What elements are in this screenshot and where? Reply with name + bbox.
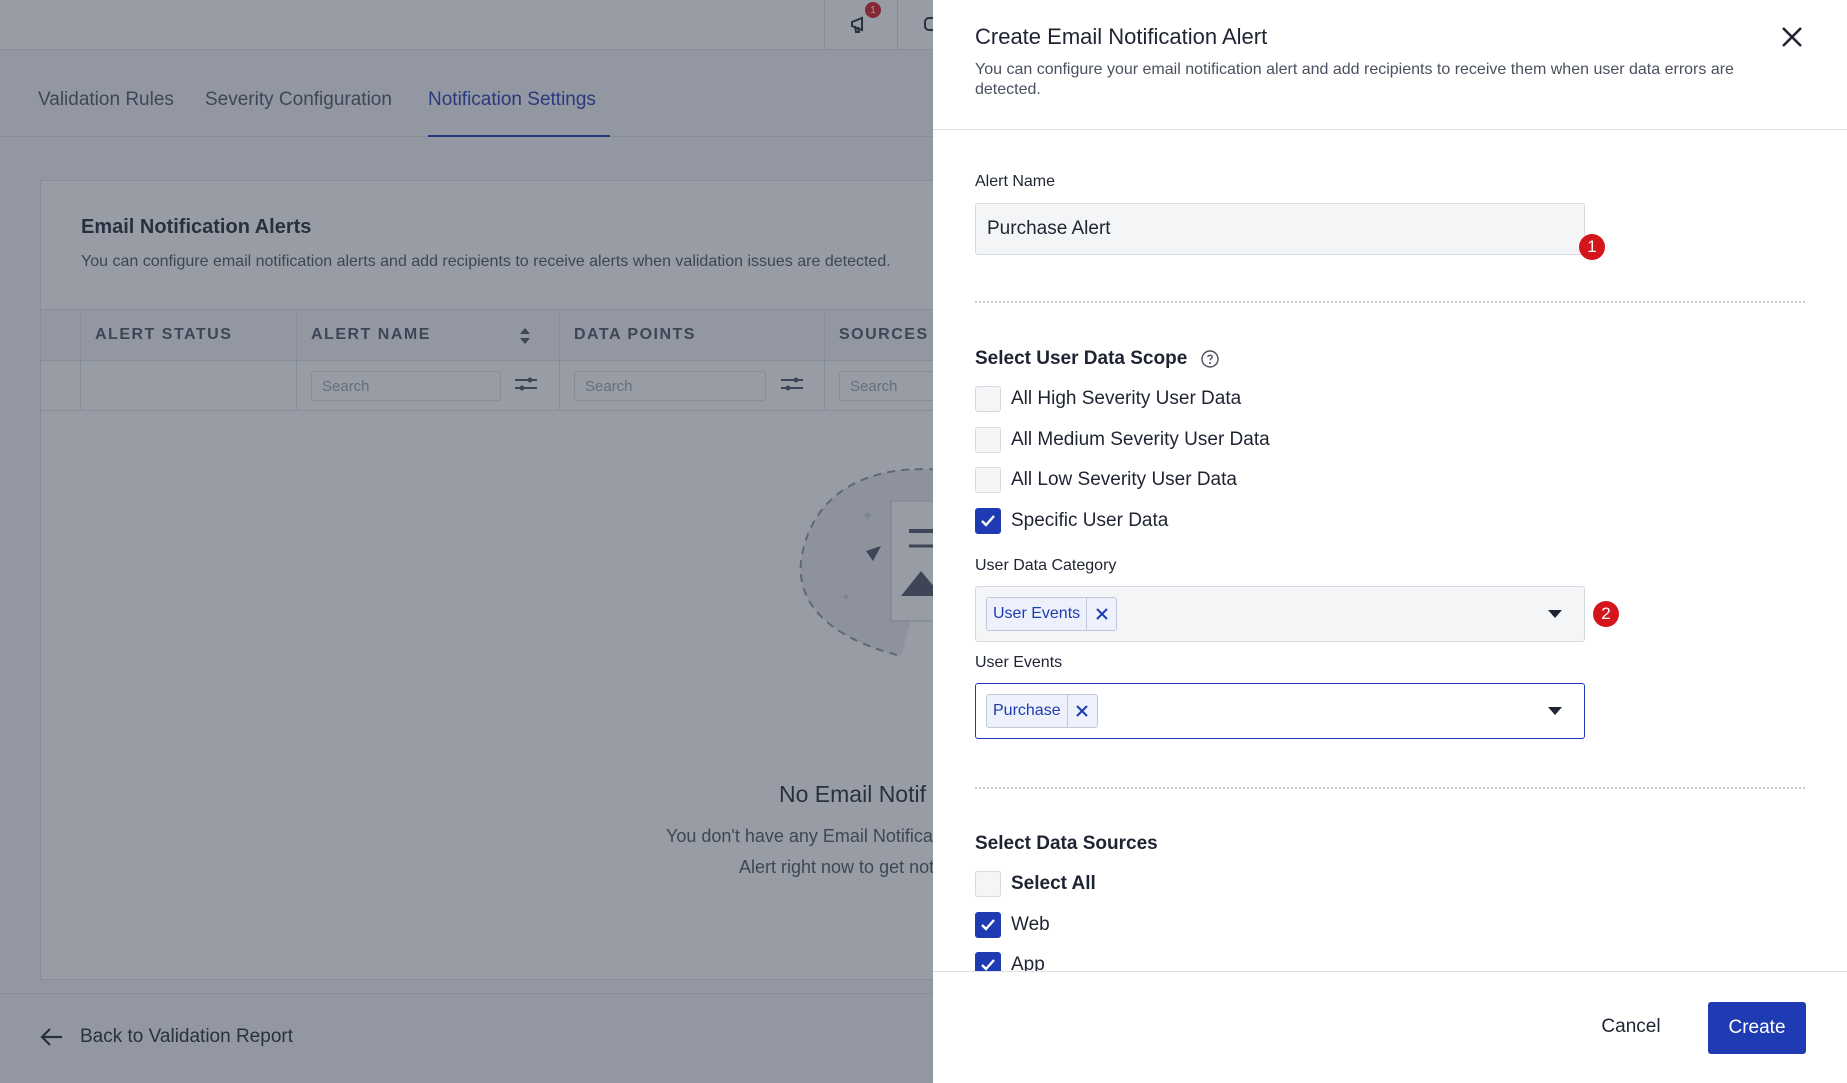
checkbox-label: All High Severity User Data: [1011, 388, 1242, 409]
scope-option-high-severity[interactable]: All High Severity User Data: [975, 386, 1241, 412]
scope-option-specific-user-data[interactable]: Specific User Data: [975, 508, 1168, 534]
create-alert-drawer: Create Email Notification Alert You can …: [933, 0, 1847, 1083]
annotation-badge-2: 2: [1593, 601, 1619, 627]
chip-label: User Events: [993, 605, 1081, 622]
chip-remove-button[interactable]: [1086, 598, 1116, 630]
user-data-category-select[interactable]: User Events: [975, 586, 1585, 642]
checkmark-icon: [981, 515, 995, 527]
checkbox[interactable]: [975, 427, 1001, 453]
data-sources-title: Select Data Sources: [975, 833, 1158, 854]
user-data-scope-title-text: Select User Data Scope: [975, 348, 1188, 369]
user-data-category-label: User Data Category: [975, 557, 1117, 574]
create-button[interactable]: Create: [1708, 1002, 1806, 1054]
cancel-button[interactable]: Cancel: [1593, 1002, 1669, 1052]
source-option-web[interactable]: Web: [975, 912, 1050, 938]
section-divider: [975, 301, 1805, 303]
checkbox-checked[interactable]: [975, 912, 1001, 938]
alert-name-label: Alert Name: [975, 173, 1056, 190]
section-divider: [975, 787, 1805, 789]
drawer-footer: Cancel Create: [933, 971, 1847, 1083]
checkbox[interactable]: [975, 467, 1001, 493]
alert-name-input[interactable]: [975, 203, 1585, 255]
user-data-scope-title: Select User Data Scope: [975, 348, 1219, 370]
user-events-select[interactable]: Purchase: [975, 683, 1585, 739]
checkbox-label: All Medium Severity User Data: [1011, 429, 1270, 450]
drawer-subtitle: You can configure your email notificatio…: [975, 61, 1734, 98]
help-icon[interactable]: [1201, 350, 1219, 368]
source-option-select-all[interactable]: Select All: [975, 871, 1096, 897]
checkbox-label: Web: [1011, 914, 1050, 935]
source-option-app[interactable]: App: [975, 952, 1045, 971]
close-icon: [1076, 705, 1088, 717]
checkbox-checked[interactable]: [975, 508, 1001, 534]
close-icon[interactable]: [1779, 24, 1805, 50]
checkbox[interactable]: [975, 386, 1001, 412]
user-events-label: User Events: [975, 654, 1063, 671]
drawer-header: Create Email Notification Alert You can …: [933, 0, 1847, 130]
drawer-body[interactable]: Alert Name 1 Select User Data Scope All …: [933, 131, 1847, 971]
selected-chip: Purchase: [986, 694, 1098, 728]
checkbox-checked[interactable]: [975, 952, 1001, 971]
selected-chip: User Events: [986, 597, 1118, 631]
annotation-badge-1: 1: [1579, 234, 1605, 260]
drawer-title: Create Email Notification Alert: [975, 24, 1268, 49]
checkmark-icon: [981, 959, 995, 971]
checkbox-label: App: [1011, 954, 1045, 971]
chip-label: Purchase: [993, 702, 1061, 719]
chevron-down-icon[interactable]: [1548, 610, 1562, 618]
scope-option-medium-severity[interactable]: All Medium Severity User Data: [975, 427, 1270, 453]
scope-option-low-severity[interactable]: All Low Severity User Data: [975, 467, 1237, 493]
checkbox[interactable]: [975, 871, 1001, 897]
checkmark-icon: [981, 919, 995, 931]
checkbox-label: Specific User Data: [1011, 510, 1169, 531]
checkbox-label: Select All: [1011, 873, 1096, 894]
close-icon: [1095, 608, 1108, 620]
chip-remove-button[interactable]: [1066, 695, 1097, 727]
chevron-down-icon[interactable]: [1548, 707, 1562, 715]
checkbox-label: All Low Severity User Data: [1011, 469, 1237, 490]
